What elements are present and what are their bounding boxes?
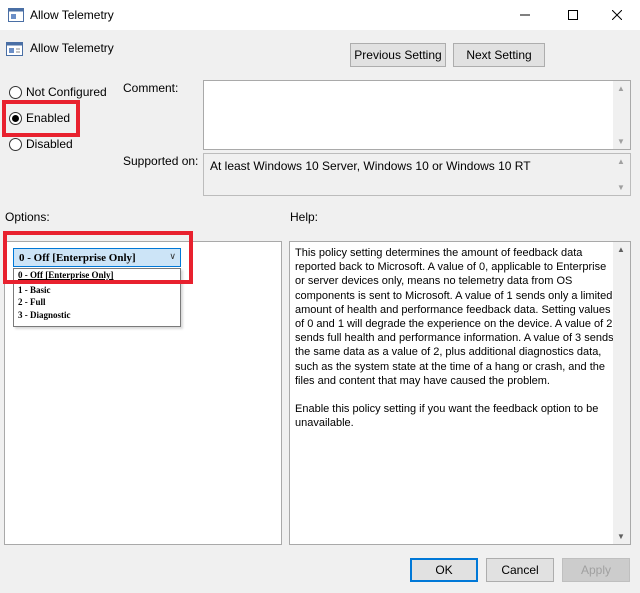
dropdown-option[interactable]: 2 - Full [18,297,46,307]
radio-not-configured-label: Not Configured [26,85,107,99]
minimize-button[interactable] [502,0,548,30]
help-text: This policy setting determines the amoun… [295,246,615,444]
ok-button[interactable]: OK [410,558,478,582]
scroll-up-icon[interactable]: ▲ [617,245,625,254]
close-button[interactable] [594,0,640,30]
options-label: Options: [5,210,50,224]
supported-on-value: At least Windows 10 Server, Windows 10 o… [210,159,531,173]
supported-on-label: Supported on: [123,154,199,168]
help-scrollbar[interactable]: ▲ ▼ [613,242,630,544]
radio-not-configured[interactable]: Not Configured [9,85,107,99]
radio-disabled-circle[interactable] [9,137,22,151]
supported-on-scrollbar[interactable]: ▲ ▼ [613,154,630,195]
policy-icon [8,8,24,22]
scroll-up-icon[interactable]: ▲ [617,84,625,93]
highlight-enabled [2,100,80,137]
radio-disabled[interactable]: Disabled [9,137,73,151]
supported-on-field: At least Windows 10 Server, Windows 10 o… [203,153,631,196]
scroll-down-icon[interactable]: ▼ [617,532,625,541]
window-title: Allow Telemetry [30,8,114,22]
comment-field[interactable]: ▲ ▼ [203,80,631,150]
comment-label: Comment: [123,81,179,95]
scroll-up-icon[interactable]: ▲ [617,157,625,166]
highlight-telemetry-select [3,231,193,284]
maximize-icon [568,10,578,20]
maximize-button[interactable] [550,0,596,30]
minimize-icon [520,14,530,16]
next-setting-button[interactable]: Next Setting [453,43,545,67]
radio-disabled-label: Disabled [26,137,73,151]
policy-name: Allow Telemetry [30,41,114,55]
dropdown-option[interactable]: 3 - Diagnostic [18,310,71,320]
help-paragraph: This policy setting determines the amoun… [295,247,614,387]
scroll-down-icon[interactable]: ▼ [617,183,625,192]
dropdown-option[interactable]: 1 - Basic [18,285,51,295]
help-paragraph: Enable this policy setting if you want t… [295,403,599,430]
comment-scrollbar[interactable]: ▲ ▼ [613,81,630,149]
scroll-down-icon[interactable]: ▼ [617,137,625,146]
help-panel: This policy setting determines the amoun… [289,241,631,545]
previous-setting-button[interactable]: Previous Setting [350,43,446,67]
cancel-button[interactable]: Cancel [486,558,554,582]
help-label: Help: [290,210,319,224]
policy-setting-icon [6,42,23,56]
apply-button[interactable]: Apply [562,558,630,582]
close-icon [612,10,622,20]
radio-not-configured-circle[interactable] [9,85,22,99]
